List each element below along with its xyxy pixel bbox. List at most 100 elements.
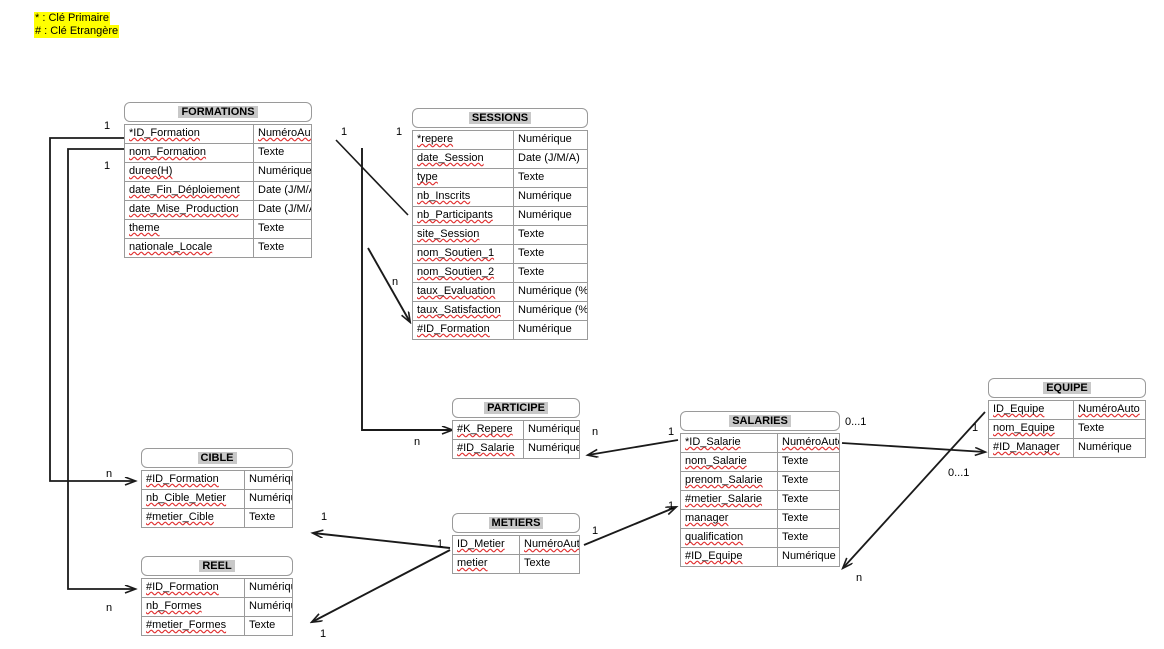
table-row[interactable]: nationale_Locale Texte [124, 238, 312, 258]
table-row[interactable]: #ID_Salarie Numérique [452, 439, 580, 459]
cardinality-metiers-left: 1 [437, 538, 444, 550]
field-type: Numérique [518, 209, 572, 221]
entity-metiers[interactable]: METIERS ID_Metier NuméroAuto metier Texte [452, 513, 580, 574]
field-type-cell: Texte [519, 554, 580, 574]
field-type: NuméroAuto [782, 436, 840, 448]
entity-metiers-fields: ID_Metier NuméroAuto metier Texte [452, 535, 580, 574]
table-row[interactable]: qualification Texte [680, 528, 840, 548]
entity-cible[interactable]: CIBLE #ID_FormationNumériquenb_Cible_Met… [141, 448, 293, 528]
entity-formations[interactable]: FORMATIONS *ID_Formation NuméroAuto nom_Fo… [124, 102, 312, 258]
field-name-cell: #ID_Manager [988, 438, 1074, 458]
table-row[interactable]: date_Mise_Production Date (J/M/A) [124, 200, 312, 220]
entity-salaries[interactable]: SALARIES *ID_Salarie NuméroAuto nom_Salari… [680, 411, 840, 567]
entity-participe-title: PARTICIPE [452, 398, 580, 418]
table-row[interactable]: ID_Metier NuméroAuto [452, 535, 580, 555]
field-name: #metier_Formes [146, 619, 227, 631]
table-row[interactable]: #ID_Equipe Numérique [680, 547, 840, 567]
table-row[interactable]: *ID_Formation NuméroAuto [124, 124, 312, 144]
table-row[interactable]: nb_Inscrits Numérique [412, 187, 588, 207]
field-name: date_Session [417, 152, 484, 164]
field-name-cell: nom_Formation [124, 143, 254, 163]
table-row[interactable]: taux_Evaluation Numérique (%) [412, 282, 588, 302]
field-name: nb_Formes [146, 600, 202, 612]
entity-formations-title: FORMATIONS [124, 102, 312, 122]
table-row[interactable]: #K_Repere Numérique [452, 420, 580, 440]
table-row[interactable]: nom_Soutien_1 Texte [412, 244, 588, 264]
entity-reel-fields: #ID_Formation Numérique nb_Formes Numérique… [141, 578, 293, 636]
field-type-cell: Date (J/M/A) [513, 149, 588, 169]
entity-sessions[interactable]: SESSIONS *repere Numérique date_Session Dat… [412, 108, 588, 340]
table-row[interactable]: nom_Soutien_2 Texte [412, 263, 588, 283]
table-row[interactable]: nom_Equipe Texte [988, 419, 1146, 439]
entity-equipe[interactable]: EQUIPE ID_Equipe NuméroAuto nom_Equipe Text… [988, 378, 1146, 458]
link-formations-cible [49, 137, 135, 481]
field-name-cell: #ID_Salarie [452, 439, 524, 459]
table-row[interactable]: site_Session Texte [412, 225, 588, 245]
table-row[interactable]: nom_Salarie Texte [680, 452, 840, 472]
table-row[interactable]: theme Texte [124, 219, 312, 239]
table-row[interactable]: type Texte [412, 168, 588, 188]
field-type-cell: Numérique [513, 130, 588, 150]
field-name-cell: nationale_Locale [124, 238, 254, 258]
table-row[interactable]: *repere Numérique [412, 130, 588, 150]
entity-reel[interactable]: REEL #ID_Formation Numérique nb_Formes Numé… [141, 556, 293, 636]
field-type: Texte [782, 455, 809, 467]
field-name: nom_Soutien_1 [417, 247, 495, 259]
field-name: *ID_Formation [129, 127, 200, 139]
table-row[interactable]: #ID_Manager Numérique [988, 438, 1146, 458]
field-type-cell: Numérique [513, 187, 588, 207]
field-name-cell: ID_Metier [452, 535, 520, 555]
field-name: date_Fin_Déploiement [129, 184, 240, 196]
field-name: ID_Metier [457, 538, 505, 550]
field-type-cell: Texte [253, 143, 312, 163]
field-type-cell: Texte [513, 263, 588, 283]
table-row[interactable]: date_Fin_Déploiement Date (J/M/A) [124, 181, 312, 201]
table-row[interactable]: #metier_Salarie Texte [680, 490, 840, 510]
table-row[interactable]: #ID_Formation Numérique [141, 578, 293, 598]
field-name: #ID_Formation [417, 323, 490, 335]
table-row[interactable]: date_Session Date (J/M/A) [412, 149, 588, 169]
table-row[interactable]: nb_Cible_Metier Numérique [141, 489, 293, 509]
field-name-cell: nom_Equipe [988, 419, 1074, 439]
table-row[interactable]: duree(H) Numérique [124, 162, 312, 182]
field-name-cell: nom_Soutien_1 [412, 244, 514, 264]
table-row[interactable]: nb_Participants Numérique [412, 206, 588, 226]
field-name-cell: qualification [680, 528, 778, 548]
field-name-cell: *ID_Formation [124, 124, 254, 144]
cardinality-sessions-n: n [392, 276, 399, 288]
table-row[interactable]: #metier_Formes Texte [141, 616, 293, 636]
table-row[interactable]: prenom_Salarie Texte [680, 471, 840, 491]
field-name: nb_Cible_Metier [146, 492, 227, 504]
field-name: qualification [685, 531, 744, 543]
cardinality-salaries-1: 1 [668, 426, 675, 438]
table-row[interactable]: taux_Satisfaction Numérique (%) [412, 301, 588, 321]
field-type: Date (J/M/A) [258, 184, 311, 196]
field-name-cell: #K_Repere [452, 420, 524, 440]
field-name-cell: nb_Inscrits [412, 187, 514, 207]
field-name: nom_Soutien_2 [417, 266, 495, 278]
table-row[interactable]: nb_Formes Numérique [141, 597, 293, 617]
table-row[interactable]: manager Texte [680, 509, 840, 529]
field-name-cell: site_Session [412, 225, 514, 245]
table-row[interactable]: nom_Formation Texte [124, 143, 312, 163]
entity-participe[interactable]: PARTICIPE #K_Repere Numérique #ID_Salarie N… [452, 398, 580, 459]
cardinality-participe-right-n: n [592, 426, 599, 438]
cardinality-participe-n: n [414, 436, 421, 448]
table-row[interactable]: ID_Equipe NuméroAuto [988, 400, 1146, 420]
field-type-cell: Texte [777, 528, 840, 548]
table-row[interactable]: metier Texte [452, 554, 580, 574]
field-type: Numérique [258, 165, 312, 177]
field-name-cell: nb_Cible_Metier [141, 489, 245, 509]
field-type-cell: Texte [253, 219, 312, 239]
field-name-cell: #ID_Formation [141, 578, 245, 598]
table-row[interactable]: *ID_Salarie NuméroAuto [680, 433, 840, 453]
cardinality-formations-sessions: 1 [341, 126, 348, 138]
table-row[interactable]: #ID_Formation Numérique [412, 320, 588, 340]
table-row[interactable]: #metier_Cible Texte [141, 508, 293, 528]
field-name: *repere [417, 133, 454, 145]
table-row[interactable]: #ID_Formation Numérique [141, 470, 293, 490]
cardinality-cible-n: n [106, 468, 113, 480]
field-type-cell: Texte [244, 508, 293, 528]
cardinality-salaries-equipe-n: n [856, 572, 863, 584]
field-type: Date (J/M/A) [258, 203, 311, 215]
